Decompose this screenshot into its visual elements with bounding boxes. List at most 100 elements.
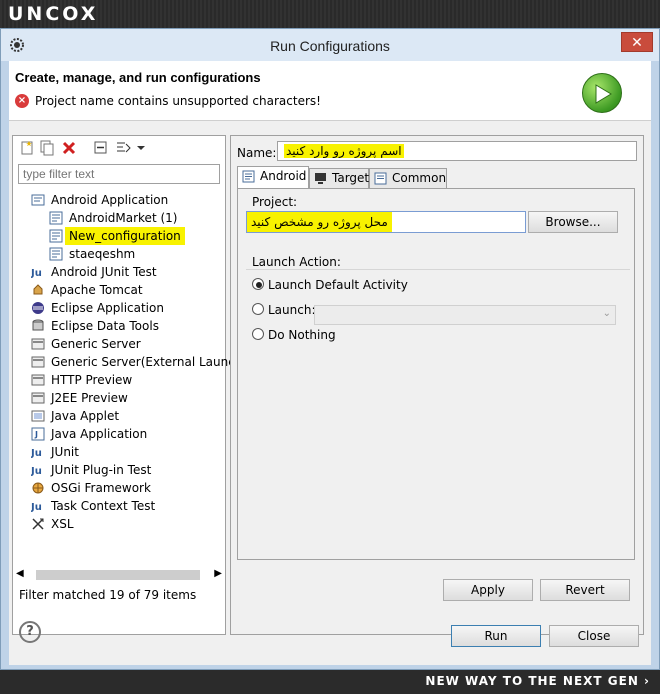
tree-item-label: Eclipse Application (51, 301, 164, 315)
duplicate-icon[interactable] (39, 140, 55, 156)
tree-item-label: Android JUnit Test (51, 265, 157, 279)
tab-android-label: Android (260, 169, 307, 183)
help-icon[interactable]: ? (19, 621, 41, 643)
filter-icon[interactable] (115, 140, 131, 156)
svg-text:Ju: Ju (31, 448, 42, 459)
launch-action-group: Launch Default Activity Launch: ⌄ Do Not… (246, 269, 630, 349)
revert-button[interactable]: Revert (540, 579, 630, 601)
junit-icon: Ju (31, 502, 42, 513)
radio-circle (252, 328, 264, 340)
scroll-left-icon[interactable]: ◀ (16, 568, 24, 579)
target-tab-icon (315, 173, 326, 184)
osgi-icon (32, 482, 44, 494)
new-config-icon[interactable] (19, 140, 35, 156)
svg-text:J: J (34, 430, 38, 439)
svg-text:Ju: Ju (31, 502, 42, 513)
apply-button[interactable]: Apply (443, 579, 533, 601)
tab-common-label: Common (392, 171, 447, 185)
tree-item-label: Task Context Test (51, 499, 156, 513)
xsl-icon (32, 518, 44, 530)
chevron-down-icon: ⌄ (602, 308, 611, 319)
close-button[interactable]: Close (549, 625, 639, 647)
delete-icon[interactable] (61, 140, 77, 156)
tree-item-label: staeqeshm (69, 247, 136, 261)
tree-item-label: J2EE Preview (51, 391, 128, 405)
java-app-icon: J (31, 427, 45, 441)
tree-item-label: Apache Tomcat (51, 283, 143, 297)
radio-do-nothing-label: Do Nothing (268, 328, 336, 342)
radio-launch-default-activity-label: Launch Default Activity (268, 278, 408, 292)
dialog-header: Create, manage, and run configurations ×… (9, 61, 651, 121)
project-row: محل پروژه رو مشخص کنید Browse... (240, 205, 632, 249)
horizontal-scrollbar[interactable]: ◀ ▶ (16, 566, 222, 582)
header-title: Create, manage, and run configurations (15, 70, 261, 85)
radio-circle (252, 303, 264, 315)
tree-item-label: XSL (51, 517, 74, 531)
tree-item-label: AndroidMarket (1) (69, 211, 178, 225)
name-label: Name: (237, 146, 277, 160)
tree-item-label: OSGi Framework (51, 481, 151, 495)
tree-item-label: JUnit Plug-in Test (51, 463, 152, 477)
android-tab-content: Project: محل پروژه رو مشخص کنید Browse..… (237, 188, 635, 560)
top-banner: UNCOX (0, 0, 660, 28)
collapse-all-icon[interactable] (93, 140, 109, 156)
junit-icon: Ju (31, 466, 42, 477)
tree-item-label: Android Application (51, 193, 169, 207)
error-message: Project name contains unsupported charac… (35, 94, 321, 108)
project-field[interactable]: محل پروژه رو مشخص کنید (246, 211, 526, 233)
name-field-value: اسم پروژه رو وارد کنید (284, 144, 404, 158)
configuration-editor-panel: Name: اسم پروژه رو وارد کنید Android Tar… (230, 135, 644, 635)
browse-button[interactable]: Browse... (528, 211, 618, 233)
name-field[interactable]: اسم پروژه رو وارد کنید (277, 141, 637, 161)
launch-action-group-label: Launch Action: (250, 255, 343, 269)
tree-toolbar (17, 138, 221, 158)
tab-android[interactable]: Android (237, 166, 309, 188)
radio-launch-label: Launch: (268, 303, 316, 317)
run-button[interactable]: Run (451, 625, 541, 647)
brand-logo: UNCOX (8, 3, 99, 25)
applet-icon (31, 410, 45, 422)
tree-item-label: Java Application (51, 427, 148, 441)
radio-selected-dot (256, 282, 262, 288)
tomcat-icon (33, 284, 43, 295)
radio-circle (252, 278, 264, 290)
tree-item-label: JUnit (51, 445, 79, 459)
error-x-icon: × (15, 94, 29, 108)
close-window-button[interactable]: ✕ (621, 32, 653, 52)
config-icon (49, 229, 63, 243)
launch-activity-select[interactable]: ⌄ (314, 305, 616, 325)
title-bar[interactable]: Run Configurations ✕ (1, 29, 659, 61)
tree-item-label: Generic Server(External Launch) (51, 355, 248, 369)
server-icon (31, 392, 45, 404)
tree-item-label: Eclipse Data Tools (51, 319, 159, 333)
tree-item-label: Java Applet (51, 409, 120, 423)
configuration-tree-panel: Android Application AndroidMarket (1) New_… (12, 135, 247, 635)
data-tools-icon (32, 319, 44, 331)
svg-text:Ju: Ju (31, 268, 42, 279)
server-icon (31, 374, 45, 386)
config-icon (49, 211, 63, 225)
scroll-right-icon[interactable]: ▶ (214, 568, 222, 579)
window-title: Run Configurations (270, 38, 390, 54)
tab-target[interactable]: Target (309, 168, 369, 188)
tree-item-label: HTTP Preview (51, 373, 133, 387)
filter-status: Filter matched 19 of 79 items (19, 588, 197, 602)
config-icon (49, 247, 63, 261)
dropdown-icon[interactable] (133, 140, 149, 156)
tree-item-label: New_configuration (65, 227, 185, 245)
filter-input[interactable] (18, 164, 220, 184)
android-tab-icon (242, 170, 255, 183)
run-configurations-window: Run Configurations ✕ Create, manage, and… (0, 28, 660, 670)
junit-icon: Ju (31, 448, 42, 459)
tab-target-label: Target (332, 171, 370, 185)
tab-common[interactable]: Common (369, 168, 447, 188)
svg-text:Ju: Ju (31, 466, 42, 477)
dialog-body: Create, manage, and run configurations ×… (9, 61, 651, 665)
android-app-icon (31, 194, 45, 206)
tagline: NEW WAY TO THE NEXT GEN › (425, 674, 650, 688)
common-tab-icon (374, 172, 387, 185)
run-play-icon (582, 73, 622, 113)
project-field-value: محل پروژه رو مشخص کنید (247, 212, 392, 232)
server-icon (31, 338, 45, 350)
scrollbar-thumb[interactable] (36, 570, 200, 580)
